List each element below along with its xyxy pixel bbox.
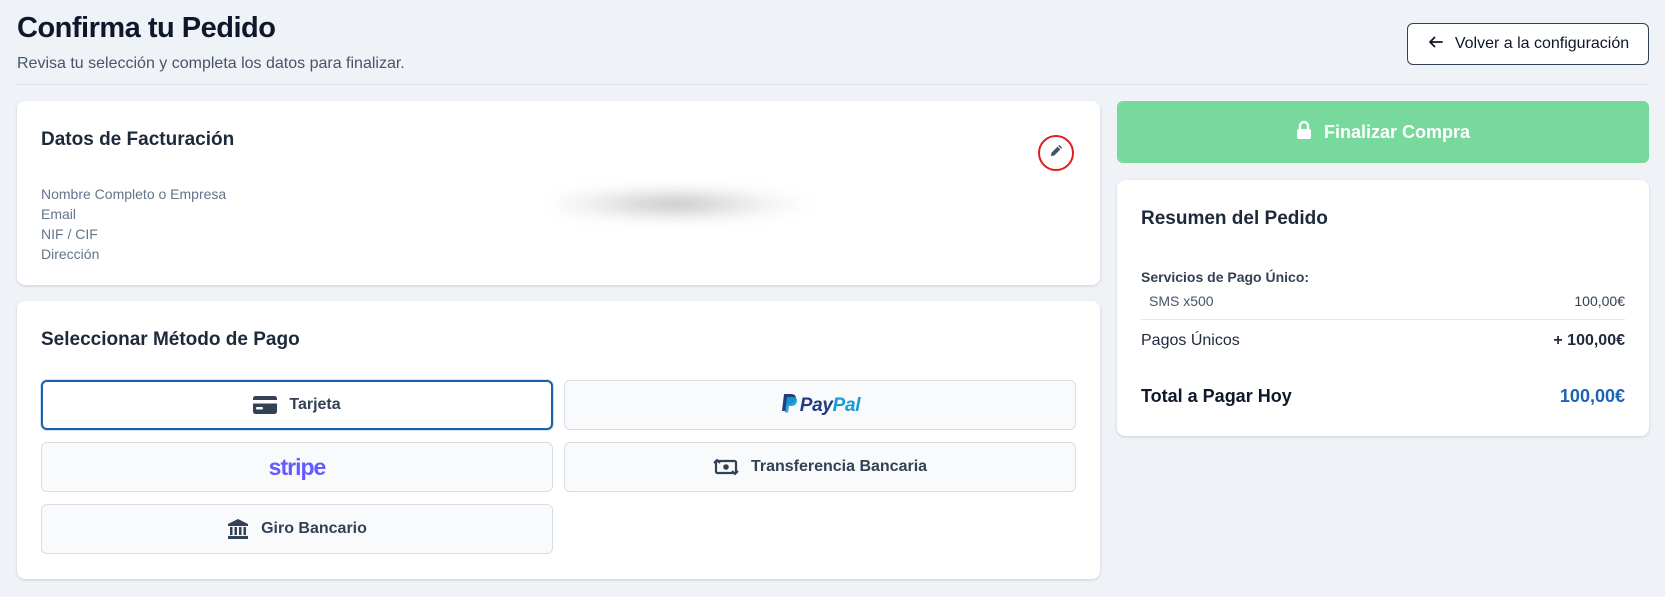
finalize-purchase-button[interactable]: Finalizar Compra [1117,101,1649,163]
page-subtitle: Revisa tu selección y completa los datos… [17,55,405,72]
finalize-button-label: Finalizar Compra [1323,121,1471,142]
billing-label-name: Nombre Completo o Empresa [41,186,227,202]
page-title: Confirma tu Pedido [17,12,276,44]
billing-labels: Nombre Completo o Empresa Email NIF / CI… [41,184,226,264]
billing-label-nif: NIF / CIF [41,226,98,242]
summary-total-label: Total a Pagar Hoy [1141,386,1292,406]
summary-title: Resumen del Pedido [1141,208,1328,229]
bank-icon [227,518,249,540]
blurred-billing-values [557,184,817,224]
payment-option-giro-label: Giro Bancario [261,520,367,537]
back-to-configuration-button[interactable]: Volver a la configuración [1407,23,1649,65]
summary-divider [1141,319,1625,320]
payment-option-transfer[interactable]: Transferencia Bancaria [564,442,1076,492]
payment-option-stripe[interactable]: stripe [41,442,553,492]
billing-label-address: Dirección [41,246,100,262]
summary-item-price: 100,00€ [1574,293,1625,309]
summary-item-name: SMS x500 [1149,293,1214,309]
edit-billing-button[interactable] [1038,135,1074,171]
paypal-logo-pal: Pal [832,395,861,416]
order-summary-card: Resumen del Pedido Servicios de Pago Úni… [1117,180,1649,436]
paypal-logo-pay: Pay [799,395,833,416]
payment-option-tarjeta[interactable]: Tarjeta [41,380,553,430]
credit-card-icon [253,396,278,414]
payment-title: Seleccionar Método de Pago [41,329,300,350]
payment-method-card: Seleccionar Método de Pago Tarjeta PayPa… [17,301,1100,579]
payment-option-tarjeta-label: Tarjeta [289,396,341,413]
arrow-left-icon [1427,33,1445,56]
paypal-logo: PayPal [780,393,861,417]
payment-option-giro[interactable]: Giro Bancario [41,504,553,554]
money-transfer-icon [713,457,739,477]
payment-option-transfer-label: Transferencia Bancaria [750,458,928,475]
pencil-icon [1048,142,1065,164]
billing-label-email: Email [41,206,77,222]
lock-icon [1296,120,1312,145]
back-button-label: Volver a la configuración [1454,35,1630,52]
summary-total-value: 100,00€ [1559,386,1625,406]
stripe-logo: stripe [268,453,327,480]
page-header: Confirma tu Pedido Revisa tu selección y… [17,0,1649,85]
payment-option-paypal[interactable]: PayPal [564,380,1076,430]
billing-card: Datos de Facturación Nombre Completo o E… [17,101,1100,285]
summary-subtotal-value: + 100,00€ [1553,332,1625,349]
billing-title: Datos de Facturación [41,129,235,150]
summary-subtotal-label: Pagos Únicos [1141,332,1240,349]
summary-section-label: Servicios de Pago Único: [1141,269,1310,285]
